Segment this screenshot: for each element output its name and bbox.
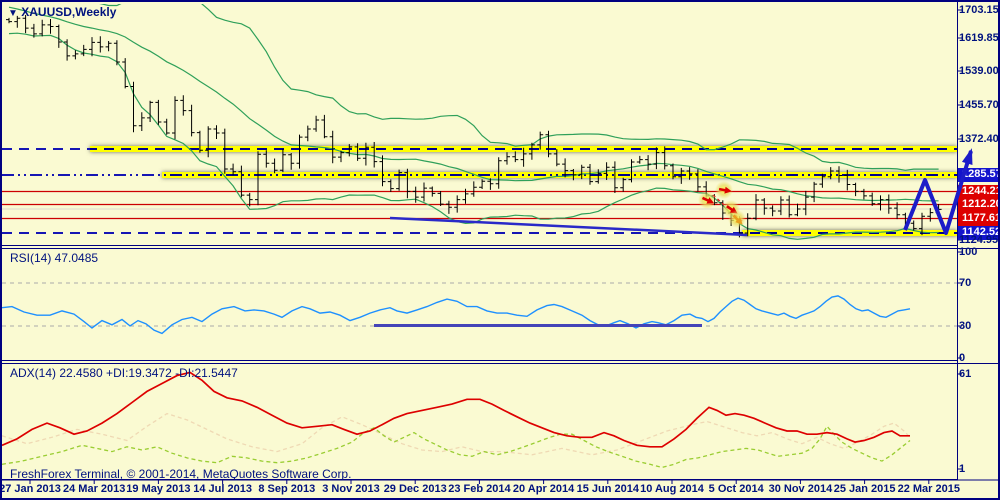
date-tick-label: 22 Mar 2015 [897,483,960,495]
rsi-tick-label: 70 [959,277,972,289]
date-tick-label: 5 Oct 2014 [708,483,764,495]
rsi-indicator-label: RSI(14) 47.0485 [10,251,99,265]
dropdown-triangle-icon[interactable]: ▼ [8,8,18,19]
date-tick-label: 19 May 2013 [126,483,191,495]
adx-tick-label: 61 [959,368,972,380]
adx-tick-label: 1 [959,463,966,475]
date-tick-label: 30 Nov 2014 [768,483,833,495]
price-line-label: 1212.20 [958,197,998,212]
price-tick-label: 1124.95 [959,234,999,246]
date-tick-label: 25 Jan 2015 [833,483,896,495]
date-tick-label: 3 Nov 2013 [322,483,380,495]
date-tick-label: 20 Apr 2014 [512,483,575,495]
symbol-timeframe-label: XAUUSD,Weekly [21,5,117,19]
date-tick-label: 15 Jun 2014 [576,483,639,495]
date-tick-label: 29 Dec 2013 [383,483,447,495]
price-tick-label: 1455.70 [959,99,999,111]
forecast-arrowhead-icon [961,148,973,166]
adx-panel[interactable] [2,363,958,480]
date-tick-label: 10 Aug 2014 [640,483,704,495]
date-tick-label: 24 Mar 2013 [62,483,126,495]
rsi-tick-label: 0 [959,352,966,364]
symbol-label-row: ▼ XAUUSD,Weekly [8,5,116,19]
copyright-label: FreshForex Terminal, © 2001-2014, MetaQu… [10,467,352,481]
trading-terminal-window: ▼ XAUUSD,Weekly RSI(14) 47.0485 ADX(14) … [0,0,1000,500]
price-tick-label: 1703.15 [959,4,999,16]
adx-indicator-label: ADX(14) 22.4580 +DI:19.3472 -DI:21.5447 [10,366,238,380]
price-tick-label: 1619.85 [959,32,999,44]
price-axis-line [957,2,958,480]
price-line-label: 1177.61 [958,211,998,226]
price-line-label: 1244.21 [958,184,998,199]
price-line-label: 1285.57 [958,168,998,182]
date-tick-label: 14 Jul 2013 [193,483,252,495]
price-tick-label: 1372.40 [959,133,999,145]
main-chart-panel[interactable] [2,2,958,246]
rsi-tick-label: 100 [959,246,978,258]
price-tick-label: 1539.00 [959,65,999,77]
rsi-tick-label: 30 [959,320,972,332]
date-tick-label: 27 Jan 2013 [0,483,61,495]
date-tick-label: 8 Sep 2013 [258,483,316,495]
rsi-panel[interactable] [2,248,958,361]
date-tick-label: 23 Feb 2014 [448,483,511,495]
